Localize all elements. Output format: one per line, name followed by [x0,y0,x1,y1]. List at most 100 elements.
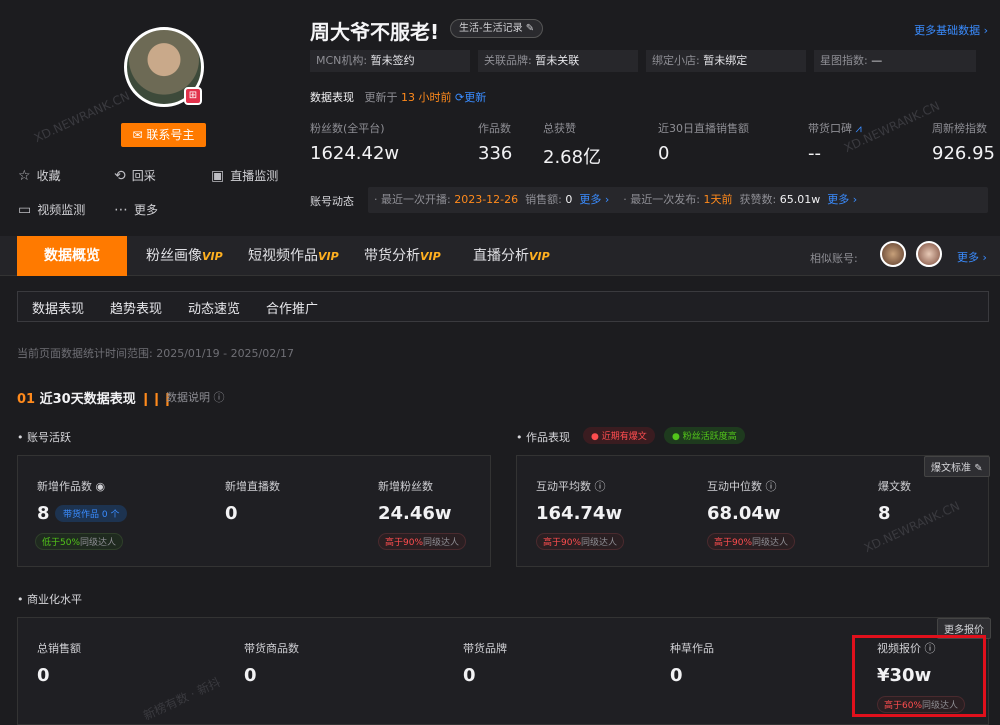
metric-value: 68.04w [707,503,781,524]
metric-value: 0 [37,665,50,686]
tab-video-label: 短视频作品 [248,248,318,264]
compare-tail: 同级达人 [581,538,618,548]
tab-live[interactable]: 直播分析VIP [473,236,550,276]
recollect-icon: ⟲ [114,167,126,184]
favorite-button[interactable]: ☆ 收藏 [18,167,61,184]
category-tag[interactable]: 生活-生活记录 ✎ [450,19,544,38]
watermark: XD.NEWRANK.CN [31,88,132,146]
chevron-right-icon: › [983,24,988,37]
tab-video[interactable]: 短视频作品VIP [248,236,339,276]
subtab-trend[interactable]: 趋势表现 [110,298,162,317]
commerce-group-title: • 商业化水平 [17,593,82,606]
category-label: 生活-生活记录 [459,23,523,34]
commerce-title: 商业化水平 [27,593,82,606]
data-explain-link[interactable]: 数据说明 ⓘ [166,389,225,405]
vip-badge: VIP [420,250,441,263]
metric-value: 0 [244,665,257,686]
metric-value: 0 [225,503,238,524]
compare-pct: 90% [732,538,753,548]
activity-group-title: • 账号活跃 [17,431,71,444]
metric-value: 0 [463,665,476,686]
compare-word: 低于 [42,538,61,548]
hot-standard-button[interactable]: 爆文标准 ✎ [924,456,990,477]
similar-account-avatar[interactable] [880,241,906,267]
info-value: 暂未签约 [370,54,415,67]
compare-pct: 90% [561,538,582,548]
hot-standard-label: 爆文标准 [931,463,971,474]
metric-label: 新增作品数 ◉ [37,478,105,494]
stat-label: 近30日直播销售额 [658,122,749,135]
stat-label: 周新榜指数 [932,122,987,135]
likes-value: 65.01w [779,193,821,206]
douyin-badge-icon: ⊞ [184,87,202,105]
subtab-dynamics[interactable]: 动态速览 [188,298,240,317]
info-key: 关联品牌: [484,54,532,67]
fire-icon: ● [591,432,599,442]
metric-value: 8 [37,503,50,524]
vip-badge: VIP [318,250,339,263]
info-key: MCN机构: [316,54,368,67]
star-index-info: 星图指数: — [814,50,976,72]
data-explain-label: 数据说明 [166,391,210,404]
live-label: 最近一次开播: [381,193,451,206]
metric-label: 带货商品数 [244,642,299,655]
works-title: 作品表现 [526,431,570,444]
similar-account-avatar[interactable] [916,241,942,267]
likes-label: 获赞数: [739,193,777,206]
stat-value: 1624.42w [310,143,400,164]
metric-label: 种草作品 [670,642,714,655]
contact-owner-label: 联系号主 [146,128,195,142]
tab-fans[interactable]: 粉丝画像VIP [146,236,223,276]
video-monitor-button[interactable]: ▭ 视频监测 [18,201,85,218]
subtab-performance[interactable]: 数据表现 [32,298,84,317]
compare-tail: 同级达人 [752,538,789,548]
recollect-label: 回采 [131,169,156,183]
sub-tab-bar [17,291,989,322]
vip-badge: VIP [202,250,223,263]
metric-label-text: 互动平均数 [536,480,591,493]
edit-icon: ✎ [974,463,983,474]
more-actions-button[interactable]: ⋯ 更多 [114,201,158,218]
info-value: 暂未绑定 [703,54,748,67]
dynamics-title: 账号动态 [310,195,354,208]
subtab-cooperation[interactable]: 合作推广 [266,298,318,317]
contact-owner-button[interactable]: ✉ 联系号主 [121,123,206,147]
works-group-title: • 作品表现 [516,431,570,444]
info-value: — [871,54,883,67]
recollect-button[interactable]: ⟲ 回采 [114,167,156,184]
compare-pct: 50% [60,538,81,548]
highlight-box [852,635,986,717]
refresh-button[interactable]: ⟳更新 [455,91,486,104]
sales-value: 0 [565,193,573,206]
perf-title: 数据表现 [310,91,354,104]
more-dots-icon: ⋯ [114,201,128,218]
compare-word: 高于 [543,538,562,548]
active-fans-badge: ● 粉丝活跃度高 [664,427,745,444]
publish-value: 1天前 [703,193,733,206]
stat-label-text: 带货口碑 [808,122,852,135]
metric-label: 新增粉丝数 [378,480,433,493]
stat-label: 粉丝数(全平台) [310,122,385,135]
similar-more-link[interactable]: 更多 › [957,249,987,265]
stat-label: 总获赞 [543,122,576,135]
date-range: 当前页面数据统计时间范围: 2025/01/19 - 2025/02/17 [17,347,294,360]
more-basic-data-link[interactable]: 更多基础数据 › [914,22,988,38]
eye-icon: ◉ [95,480,106,493]
star-icon: ☆ [18,167,31,184]
perf-update-line: 数据表现 更新于 13 小时前 ⟳更新 [310,89,486,105]
live-monitor-button[interactable]: ▣ 直播监测 [211,167,278,184]
favorite-label: 收藏 [36,169,61,183]
compare-pill: 高于90%同级达人 [378,533,467,550]
help-icon: ⓘ [213,391,225,404]
compare-pct: 90% [403,538,424,548]
tab-goods[interactable]: 带货分析VIP [364,236,441,276]
live-more-link[interactable]: 更多 › [579,193,609,206]
metric-value: 164.74w [536,503,623,524]
section-number: 01 [17,392,36,407]
publish-more-link[interactable]: 更多 › [827,193,857,206]
metric-label: 带货品牌 [463,642,507,655]
tab-overview[interactable]: 数据概览 [17,236,127,276]
stat-value: -- [808,143,821,164]
mcn-info: MCN机构: 暂未签约 [310,50,470,72]
metric-label: 互动中位数 ⓘ [707,478,777,494]
